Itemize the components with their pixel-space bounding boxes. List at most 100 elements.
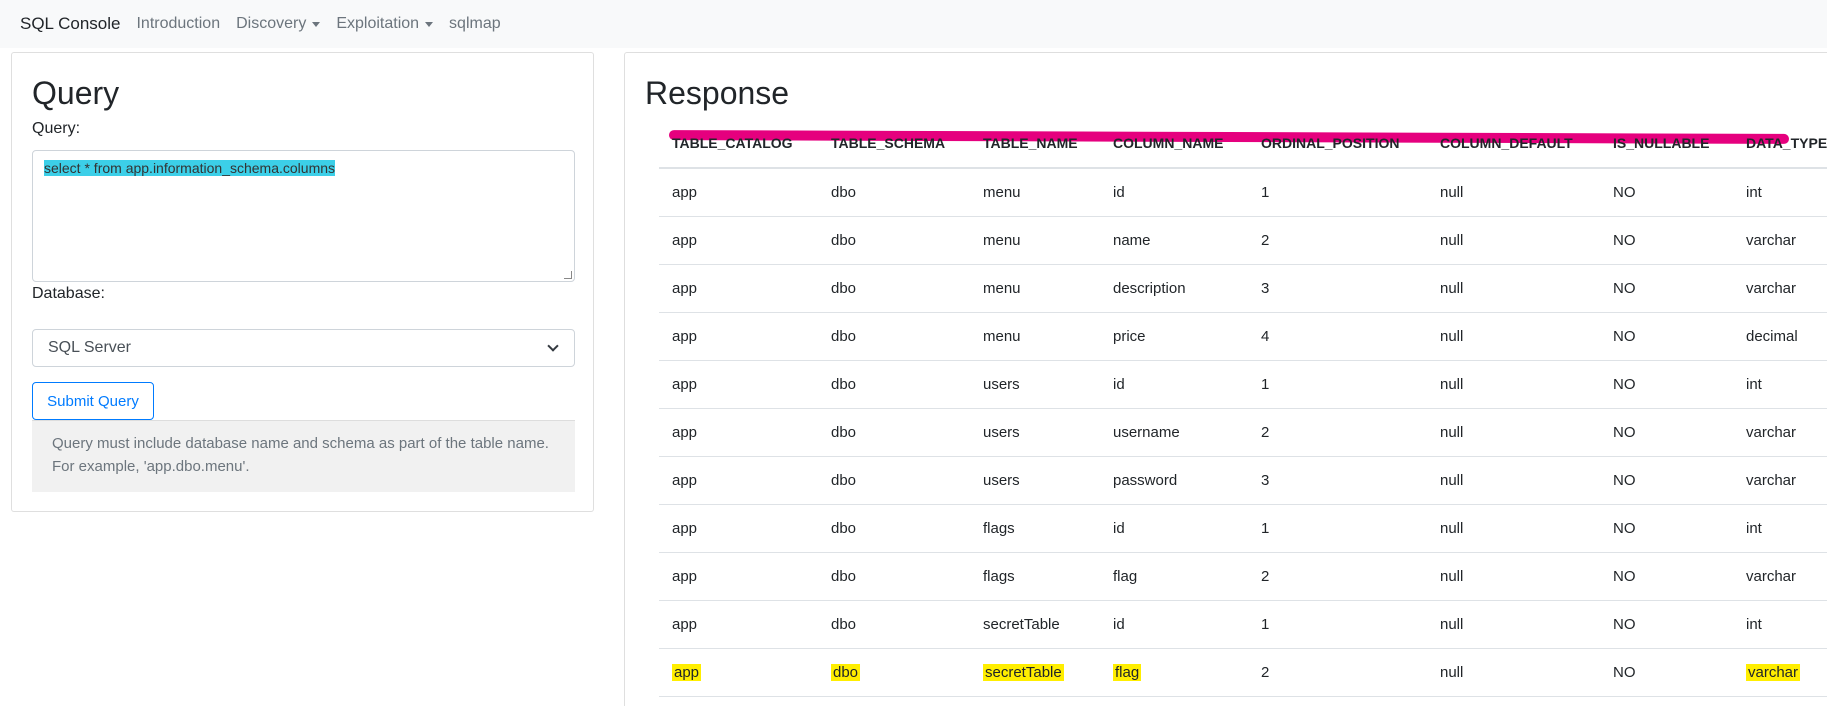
table-cell: dbo <box>831 505 856 552</box>
table-cell: varchar <box>1746 649 1801 696</box>
table-cell: NO <box>1613 601 1636 648</box>
table-row: app dbo flags id 1 null NO int <box>659 505 1827 553</box>
table-cell-text: flag <box>1113 664 1142 681</box>
database-select[interactable]: SQL Server <box>32 329 575 367</box>
database-selected-value: SQL Server <box>48 339 131 356</box>
table-cell-text: users <box>983 424 1020 441</box>
table-cell: users <box>983 361 1020 408</box>
table-cell-text: null <box>1440 664 1464 681</box>
table-cell: username <box>1113 409 1180 456</box>
table-cell: decimal <box>1746 313 1798 360</box>
table-cell: int <box>1746 361 1762 408</box>
table-cell-text: varchar <box>1746 664 1801 681</box>
nav-exploitation-dropdown[interactable]: Exploitation <box>336 15 434 33</box>
nav-exploitation-label: Exploitation <box>336 15 420 32</box>
table-cell-text: dbo <box>831 232 857 249</box>
table-cell: NO <box>1613 649 1636 696</box>
table-cell: 1 <box>1261 601 1269 648</box>
table-cell-text: secretTable <box>983 616 1060 633</box>
table-cell-text: NO <box>1613 376 1636 393</box>
table-cell-text: menu <box>983 184 1021 201</box>
table-cell: dbo <box>831 601 856 648</box>
table-cell: varchar <box>1746 409 1796 456</box>
table-cell: NO <box>1613 169 1636 216</box>
table-cell: dbo <box>831 457 856 504</box>
table-cell-text: app <box>672 520 698 537</box>
table-row: app dbo menu name 2 null NO varchar <box>659 217 1827 265</box>
table-cell: NO <box>1613 457 1636 504</box>
table-cell-text: app <box>672 376 698 393</box>
caret-down-icon <box>425 21 434 27</box>
table-cell-text: id <box>1113 376 1125 393</box>
nav-introduction[interactable]: Introduction <box>136 15 220 33</box>
table-cell-text: 2 <box>1261 424 1270 441</box>
table-cell-text: username <box>1113 424 1180 441</box>
nav-discovery-dropdown[interactable]: Discovery <box>236 15 321 33</box>
table-cell-text: NO <box>1613 664 1636 681</box>
table-cell-text: 4 <box>1261 328 1270 345</box>
table-cell: int <box>1746 169 1762 216</box>
column-header: TABLE_CATALOG <box>672 135 793 151</box>
table-cell-text: 2 <box>1261 232 1270 249</box>
resize-grip-icon[interactable] <box>564 271 572 279</box>
table-cell: null <box>1440 553 1463 600</box>
nav-sqlmap[interactable]: sqlmap <box>449 15 501 33</box>
table-cell-text: NO <box>1613 280 1636 297</box>
table-cell: 1 <box>1261 505 1269 552</box>
table-cell: null <box>1440 217 1463 264</box>
table-cell: 2 <box>1261 649 1269 696</box>
table-cell: users <box>983 457 1020 504</box>
table-cell-text: varchar <box>1746 280 1797 297</box>
table-cell: app <box>672 649 702 696</box>
table-cell: flags <box>983 505 1015 552</box>
table-cell-text: null <box>1440 184 1464 201</box>
table-cell-text: null <box>1440 328 1464 345</box>
table-cell-text: menu <box>983 328 1021 345</box>
table-cell: null <box>1440 169 1463 216</box>
table-cell-text: app <box>672 616 698 633</box>
table-cell: menu <box>983 265 1021 312</box>
table-cell: app <box>672 169 697 216</box>
table-body: app dbo menu id 1 null NO int app dbo menu name 2 nul… <box>659 169 1827 697</box>
chevron-down-icon <box>547 340 559 352</box>
table-cell-text: 3 <box>1261 280 1270 297</box>
table-cell-text: null <box>1440 520 1464 537</box>
submit-query-button[interactable]: Submit Query <box>32 382 154 420</box>
table-cell: dbo <box>831 361 856 408</box>
table-cell-text: id <box>1113 184 1125 201</box>
table-cell-text: dbo <box>831 664 861 681</box>
results-table: TABLE_CATALOG TABLE_SCHEMA TABLE_NAME CO… <box>659 119 1827 697</box>
table-cell-text: 1 <box>1261 376 1270 393</box>
table-cell: flags <box>983 553 1015 600</box>
table-cell: varchar <box>1746 553 1796 600</box>
table-cell-text: varchar <box>1746 232 1797 249</box>
table-row: app dbo users username 2 null NO varchar <box>659 409 1827 457</box>
table-cell: NO <box>1613 265 1636 312</box>
table-cell: 3 <box>1261 457 1269 504</box>
table-cell: id <box>1113 361 1125 408</box>
table-cell-text: dbo <box>831 424 857 441</box>
table-cell: app <box>672 601 697 648</box>
table-cell: app <box>672 553 697 600</box>
table-row: app dbo secretTable flag 2 null NO varchar <box>659 649 1827 697</box>
table-cell: secretTable <box>983 649 1064 696</box>
table-cell: name <box>1113 217 1151 264</box>
table-cell: 3 <box>1261 265 1269 312</box>
table-cell-text: null <box>1440 472 1464 489</box>
table-cell: app <box>672 505 697 552</box>
table-cell-text: flag <box>1113 568 1138 585</box>
brand-link[interactable]: SQL Console <box>20 14 120 34</box>
table-cell-text: dbo <box>831 616 857 633</box>
database-label: Database: <box>32 285 105 302</box>
table-row: app dbo menu id 1 null NO int <box>659 169 1827 217</box>
table-cell: dbo <box>831 169 856 216</box>
table-cell-text: null <box>1440 616 1464 633</box>
table-cell-text: 1 <box>1261 520 1270 537</box>
table-cell-text: dbo <box>831 280 857 297</box>
table-cell: dbo <box>831 217 856 264</box>
column-header: TABLE_SCHEMA <box>831 135 946 151</box>
table-cell-text: null <box>1440 376 1464 393</box>
query-textarea[interactable]: select * from app.information_schema.col… <box>32 150 575 282</box>
table-cell: dbo <box>831 265 856 312</box>
table-cell: 4 <box>1261 313 1269 360</box>
